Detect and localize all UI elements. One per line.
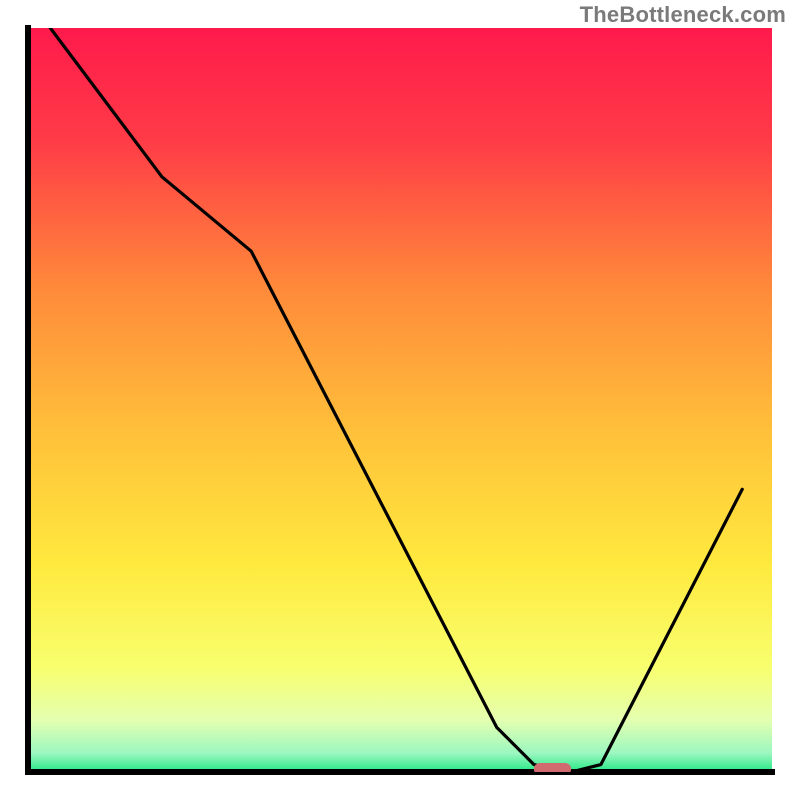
watermark-text: TheBottleneck.com bbox=[580, 2, 786, 28]
gradient-background bbox=[28, 28, 772, 772]
bottleneck-curve-chart bbox=[0, 0, 800, 800]
chart-container: TheBottleneck.com bbox=[0, 0, 800, 800]
